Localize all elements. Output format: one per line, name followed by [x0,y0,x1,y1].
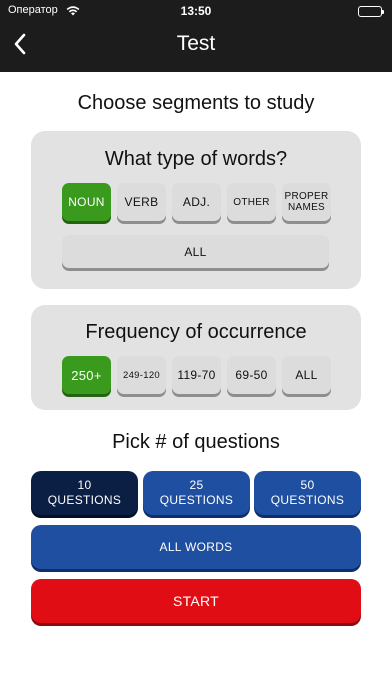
word-type-verb[interactable]: VERB [117,183,166,221]
all-words-button[interactable]: ALL WORDS [31,525,361,569]
word-type-other[interactable]: OTHER [227,183,276,221]
questions-count: 25 [189,478,204,492]
frequency-all[interactable]: ALL [282,356,331,394]
nav-header: Оператор 13:50 Test [0,0,392,72]
questions-unit: QUESTIONS [270,493,345,507]
battery-icon [358,6,384,17]
start-button[interactable]: START [31,579,361,623]
questions-10-button[interactable]: 10 QUESTIONS [31,471,138,515]
questions-heading: Pick # of questions [112,431,280,453]
questions-count: 10 [77,478,92,492]
questions-50-button[interactable]: 50 QUESTIONS [254,471,361,515]
study-heading: Choose segments to study [77,92,315,114]
word-type-noun[interactable]: NOUN [62,183,111,221]
questions-unit: QUESTIONS [47,493,122,507]
word-type-title: What type of words? [104,148,288,170]
clock: 13:50 [180,4,212,18]
status-bar: Оператор 13:50 [0,4,392,18]
word-type-card: What type of words? NOUN VERB ADJ. OTHER… [31,131,361,289]
frequency-249-120[interactable]: 249-120 [117,356,166,394]
frequency-title: Frequency of occurrence [85,321,307,343]
questions-25-button[interactable]: 25 QUESTIONS [143,471,250,515]
frequency-119-70[interactable]: 119-70 [172,356,221,394]
word-type-adj[interactable]: ADJ. [172,183,221,221]
questions-count: 50 [300,478,315,492]
word-type-proper-names[interactable]: PROPER NAMES [282,183,331,221]
word-type-all[interactable]: ALL [62,235,329,268]
frequency-250-plus[interactable]: 250+ [62,356,111,394]
page-title: Test [176,32,216,55]
frequency-69-50[interactable]: 69-50 [227,356,276,394]
frequency-card: Frequency of occurrence 250+ 249-120 119… [31,305,361,410]
questions-unit: QUESTIONS [159,493,234,507]
